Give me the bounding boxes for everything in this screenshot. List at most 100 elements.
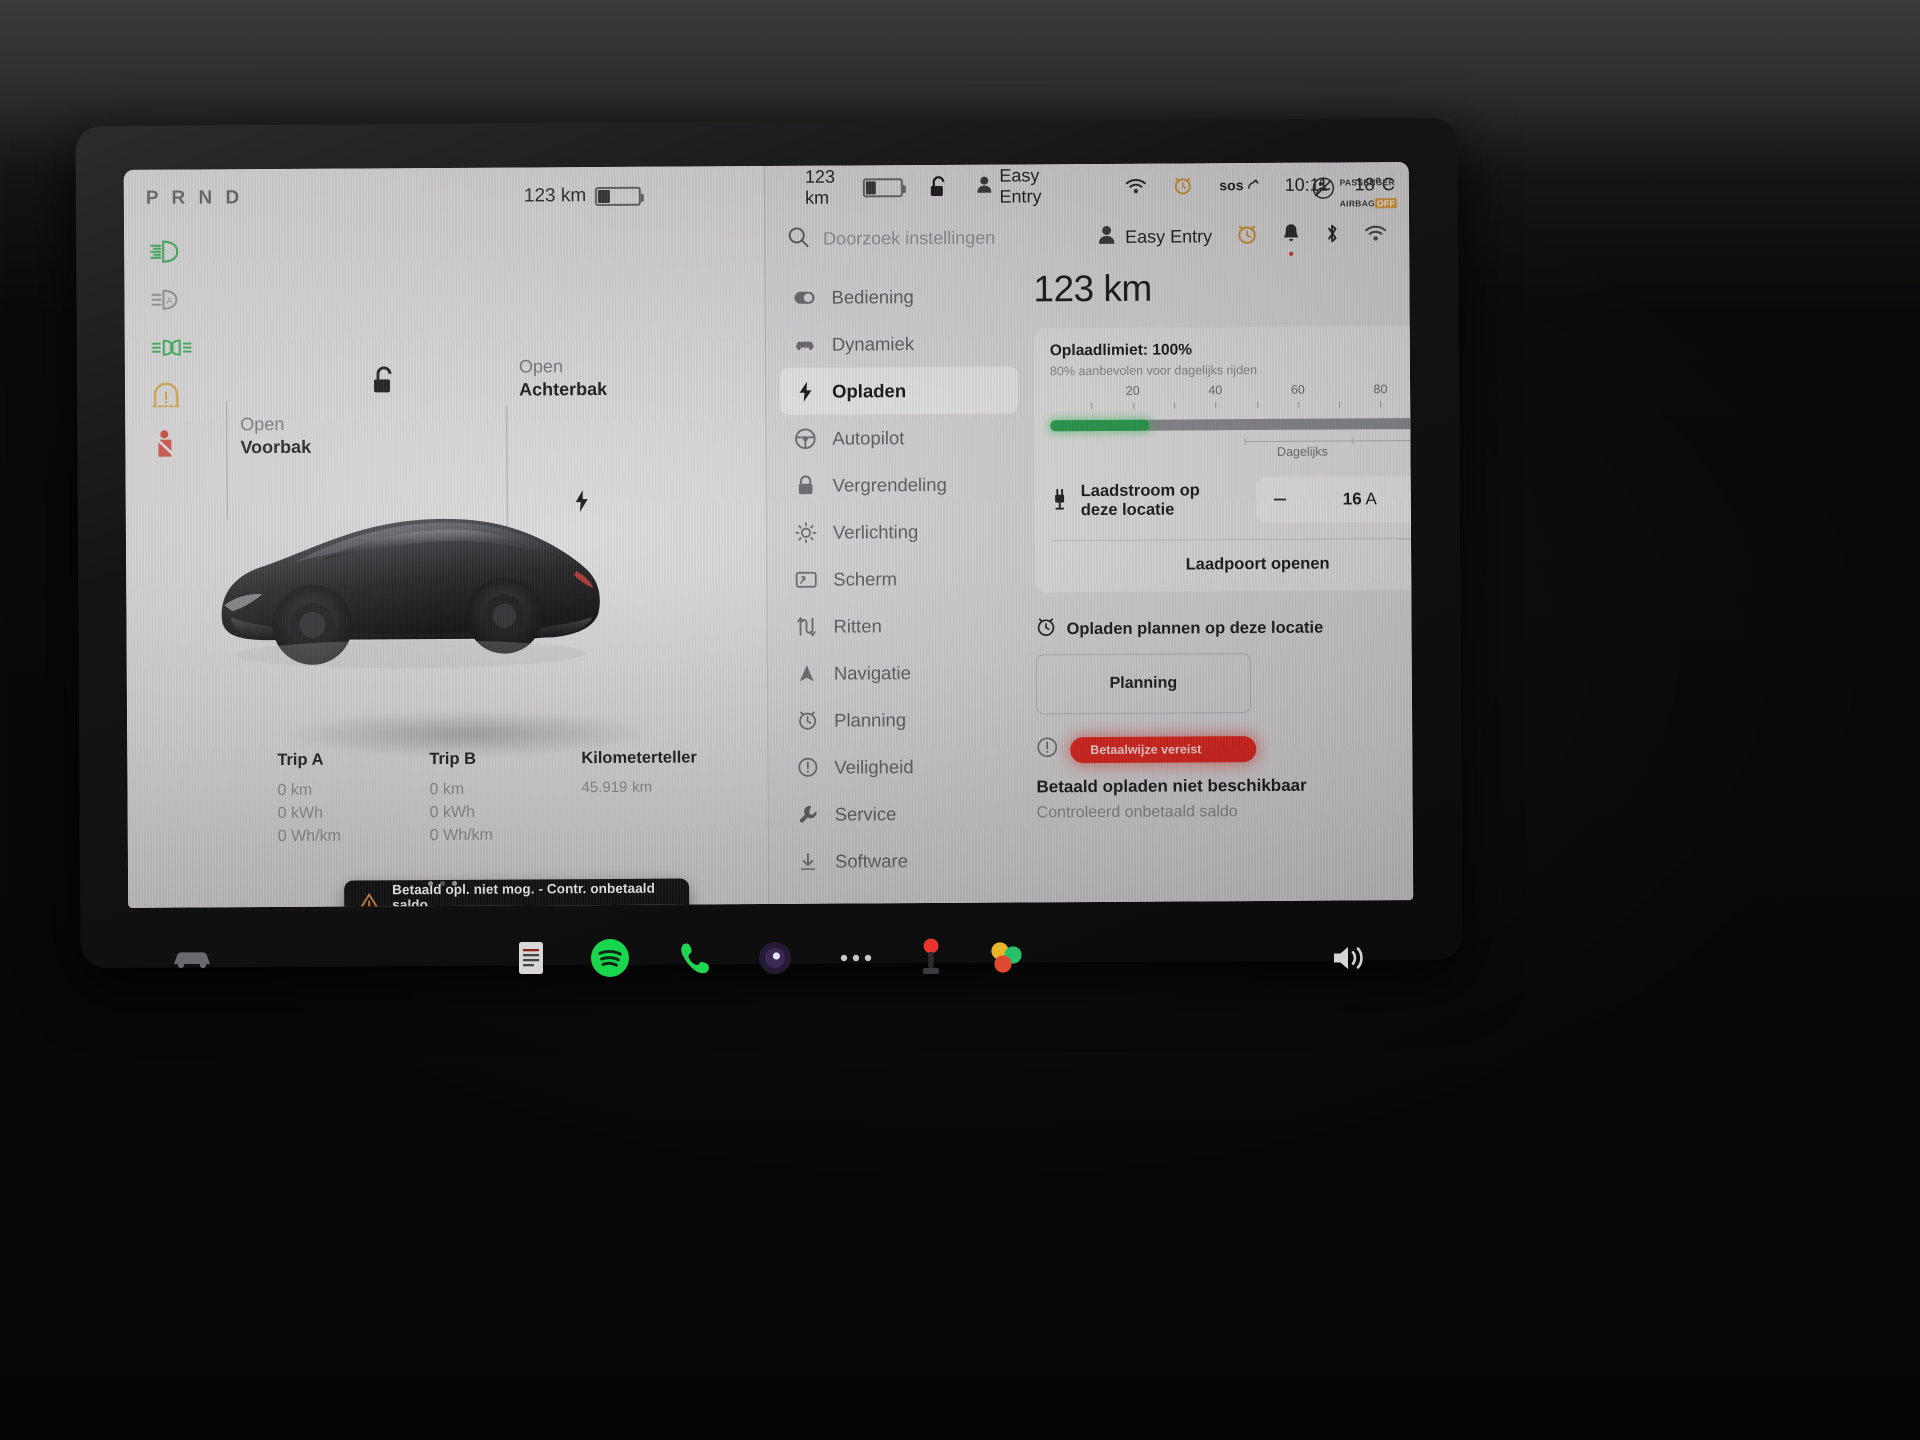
trip-b-energy: 0 kWh <box>429 803 476 822</box>
dock-spotify-icon[interactable] <box>588 936 632 980</box>
status-bar: 123 km Easy Entry sos 10:11 18°C PASSENG… <box>765 162 1409 210</box>
sidebar-item-scherm[interactable]: Scherm <box>781 554 1019 602</box>
lock-icon <box>795 475 817 496</box>
unlock-status-icon[interactable] <box>929 175 949 198</box>
sidebar-item-label: Autopilot <box>832 426 905 449</box>
notifications-bell-icon[interactable] <box>1282 223 1300 256</box>
sidebar-item-service[interactable]: Service <box>783 789 1021 837</box>
airbag-line1: PASSENGER <box>1339 177 1396 188</box>
sidebar-item-label: Verlichting <box>832 520 919 543</box>
sidebar-item-label: Opladen <box>832 379 907 402</box>
charge-current-label-line1: Laadstroom op <box>1080 480 1200 500</box>
dock-phone-icon[interactable] <box>674 938 714 978</box>
person-icon <box>975 175 992 198</box>
charge-limit-title: Oplaadlimiet: 100% <box>1049 341 1193 360</box>
sidebar-item-autopilot[interactable]: Autopilot <box>780 413 1018 461</box>
trip-a-column[interactable]: Trip A 0 km 0 kWh 0 Wh/km <box>277 750 430 863</box>
odometer-column: Kilometerteller 45.919 km <box>581 748 768 861</box>
display-icon <box>795 570 817 588</box>
search-icon[interactable] <box>787 225 809 252</box>
bluetooth-icon[interactable] <box>1324 222 1340 249</box>
rear-trunk-action: Open <box>518 356 564 377</box>
odometer-unit: km <box>632 778 653 796</box>
car-icon <box>794 337 816 351</box>
settings-nav[interactable]: Bediening Dynamiek Opladen Autopilot Ver… <box>779 272 1022 904</box>
odometer-header: Kilometerteller <box>581 748 697 768</box>
paid-charging-unavailable-heading: Betaald opladen niet beschikbaar <box>1036 775 1307 797</box>
settings-search-row: Doorzoek instellingen Easy Entry <box>765 208 1409 266</box>
trip-stats[interactable]: Trip A 0 km 0 kWh 0 Wh/km Trip B 0 km 0 … <box>277 748 768 863</box>
search-input[interactable]: Doorzoek instellingen <box>823 227 995 249</box>
charge-current-value: 16 <box>1342 489 1362 509</box>
app-dock[interactable] <box>100 928 1440 988</box>
slider-tick-label-20: 20 <box>1125 383 1140 398</box>
sos-button[interactable]: sos <box>1219 177 1259 194</box>
page-indicator-dots[interactable] <box>428 880 458 887</box>
alarm-icon[interactable] <box>1236 223 1258 250</box>
wifi-icon[interactable] <box>1125 177 1147 194</box>
sidebar-item-navigatie[interactable]: Navigatie <box>782 648 1020 696</box>
slider-tick-label-80: 80 <box>1373 382 1388 397</box>
clock-icon <box>796 710 818 731</box>
trip-a-efficiency: 0 Wh/km <box>277 827 341 846</box>
dock-apps-icon[interactable] <box>986 937 1028 979</box>
auto-high-beam-icon: A <box>150 275 196 323</box>
schedule-planning-button[interactable]: Planning <box>1035 653 1252 715</box>
sidebar-item-label: Service <box>834 802 897 825</box>
slider-tick-label-40: 40 <box>1208 383 1223 398</box>
payment-method-required-badge[interactable]: Betaalwijze vereist <box>1070 735 1257 763</box>
paid-charging-unavailable-sub: Controleerd onbetaald saldo <box>1036 803 1238 822</box>
bolt-icon <box>794 380 816 402</box>
charge-limit-card: Oplaadlimiet: 100% 80% aanbevolen voor d… <box>1033 325 1414 593</box>
sidebar-item-bediening[interactable]: Bediening <box>779 272 1017 320</box>
sidebar-item-label: Dynamiek <box>831 332 915 355</box>
dock-browser-icon[interactable] <box>756 939 794 977</box>
left-range-readout: 123 km <box>524 185 642 208</box>
sidebar-item-software[interactable]: Software <box>783 836 1021 884</box>
sidebar-item-label: Planning <box>834 708 907 731</box>
car-render[interactable] <box>199 445 621 698</box>
dock-charger-icon[interactable] <box>918 937 944 979</box>
battery-icon <box>595 186 642 206</box>
driver-profile-selector[interactable]: Easy Entry <box>1097 224 1212 250</box>
charge-limit-slider[interactable]: 20 40 60 80 Dagelijks Rit <box>1050 382 1414 463</box>
dock-more-icon[interactable] <box>836 951 876 965</box>
charge-current-stepper[interactable]: − 16 A + <box>1255 475 1414 524</box>
open-charge-port-button[interactable]: Laadpoort openen <box>1051 539 1413 593</box>
page-dot-2[interactable] <box>440 880 446 887</box>
sidebar-item-verlichting[interactable]: Verlichting <box>781 507 1019 555</box>
wifi-icon[interactable] <box>1364 224 1387 247</box>
dock-volume-icon[interactable] <box>1330 942 1370 974</box>
alarm-icon[interactable] <box>1173 175 1193 195</box>
sidebar-item-dynamiek[interactable]: Dynamiek <box>780 319 1018 367</box>
schedule-charging-row[interactable]: Opladen plannen op deze locatie <box>1035 614 1391 642</box>
sidebar-item-label: Veiligheid <box>834 755 914 778</box>
trip-b-header: Trip B <box>429 749 477 769</box>
download-icon <box>797 851 819 871</box>
settings-panel: 123 km Easy Entry sos 10:11 18°C PASSENG… <box>763 162 1414 905</box>
search-profile-label: Easy Entry <box>1125 225 1213 247</box>
open-rear-trunk-button[interactable]: Open Achterbak <box>519 355 607 402</box>
sidebar-item-vergrendeling[interactable]: Vergrendeling <box>781 460 1019 508</box>
charging-range-heading: 123 km <box>1033 267 1152 310</box>
notification-badge-dot <box>1289 251 1294 256</box>
sidebar-item-opladen[interactable]: Opladen <box>779 366 1019 415</box>
light-icon <box>795 521 817 543</box>
trip-b-column[interactable]: Trip B 0 km 0 kWh 0 Wh/km <box>429 749 582 862</box>
page-dot-1[interactable] <box>428 881 434 887</box>
slider-track[interactable] <box>1050 417 1414 432</box>
driver-profile-status[interactable]: Easy Entry <box>975 165 1072 208</box>
sidebar-item-ritten[interactable]: Ritten <box>781 601 1019 649</box>
sidebar-item-planning[interactable]: Planning <box>782 695 1020 743</box>
rear-trunk-target: Achterbak <box>518 379 608 400</box>
decrease-current-button[interactable]: − <box>1273 485 1288 513</box>
sos-label: sos <box>1219 177 1244 194</box>
sidebar-item-label: Vergrendeling <box>832 473 947 496</box>
charging-warning-toast[interactable]: Betaald opl. niet mog. - Contr. onbetaal… <box>344 878 690 908</box>
sidebar-item-veiligheid[interactable]: Veiligheid <box>782 742 1020 790</box>
dock-cards-icon[interactable] <box>516 939 546 977</box>
page-dot-3[interactable] <box>452 880 458 886</box>
dock-car-icon[interactable] <box>170 945 214 971</box>
toggle-icon <box>793 290 815 304</box>
unlock-icon[interactable] <box>371 366 397 401</box>
